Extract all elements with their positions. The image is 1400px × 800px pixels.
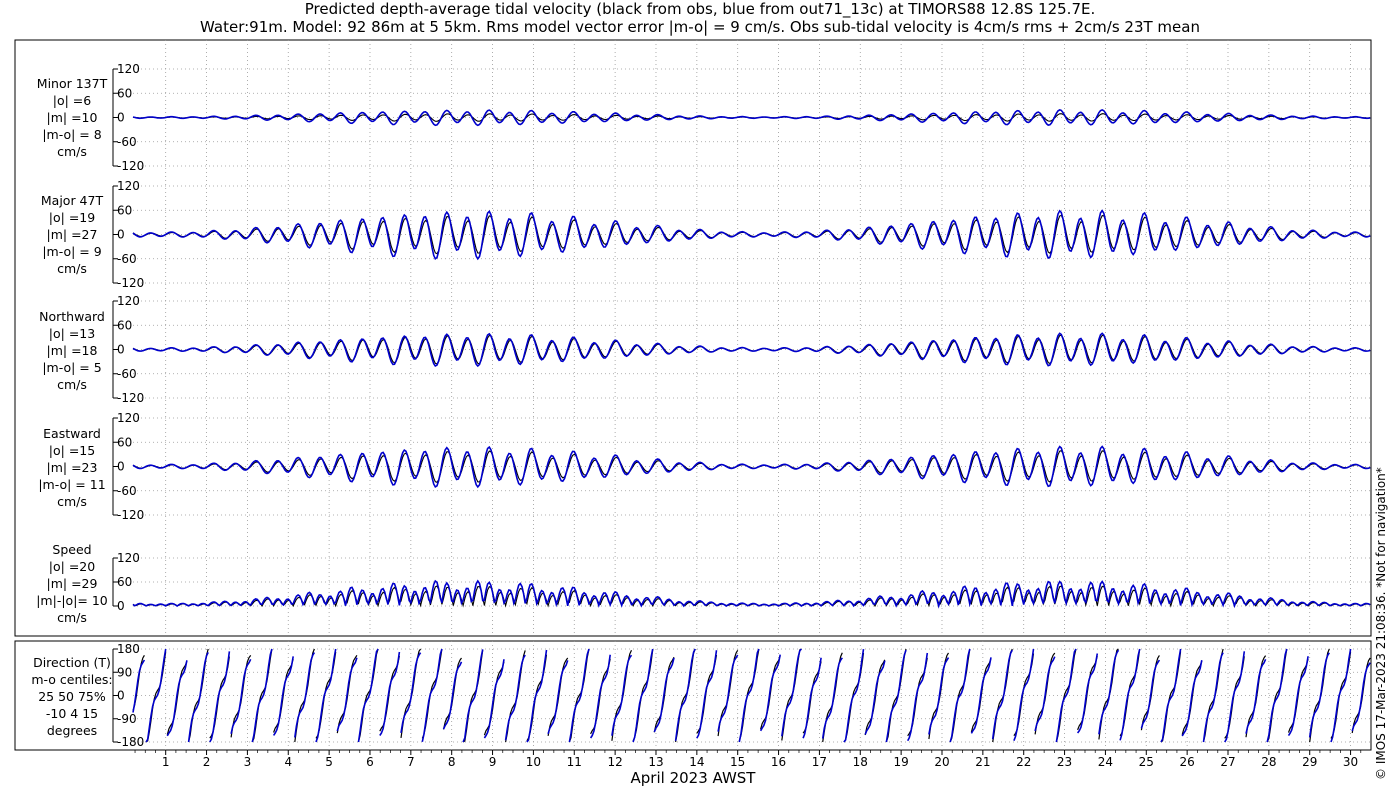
x-tick-label: 2 [203,755,211,769]
x-tick-label: 11 [567,755,582,769]
x-tick-label: 10 [526,755,541,769]
y-tick-label: 60 [117,435,132,449]
tidal-velocity-chart: 1 2 3 4 5 6 7 8 9 10 11 12 13 14 15 16 17 18 19 20 21 22 23 24 2… [14,39,1372,769]
x-tick-label: 8 [448,755,456,769]
upper-frame [14,39,1372,637]
x-axis-label: April 2023 AWST [630,769,756,787]
y-tick-label: -120 [117,508,144,522]
y-tick-label: 120 [117,551,140,565]
series-line-model-eastward [132,445,1371,489]
series-line-model-major [132,209,1371,261]
x-tick-label: 14 [689,755,704,769]
x-tick-label: 13 [648,755,663,769]
series-line-model-northward [132,332,1371,368]
x-tick-label: 3 [244,755,252,769]
x-tick-label: 5 [325,755,333,769]
y-tick-label: 60 [117,575,132,589]
y-tick-label: 90 [117,665,132,679]
watermark-text: © IMOS 17-Mar-2023 21:08:36. *Not for na… [1374,467,1388,780]
y-tick-label: -120 [117,159,144,173]
x-tick-label: 27 [1220,755,1235,769]
y-tick-label: 0 [117,111,125,125]
x-tick-label: 12 [607,755,622,769]
y-tick-label: -120 [117,276,144,290]
y-tick-label: 0 [117,460,125,474]
x-tick-label: 19 [893,755,908,769]
x-tick-label: 23 [1057,755,1072,769]
x-tick-label: 28 [1261,755,1276,769]
y-tick-label: 0 [117,689,125,703]
y-tick-label: 120 [117,62,140,76]
x-tick-label: 1 [162,755,170,769]
x-tick-label: 15 [730,755,745,769]
x-tick-label: 20 [934,755,949,769]
series-line-model-speed [132,579,1371,609]
x-tick-label: 21 [975,755,990,769]
y-tick-label: -60 [117,484,137,498]
x-tick-label: 24 [1098,755,1113,769]
x-tick-label: 17 [812,755,827,769]
y-tick-label: -60 [117,252,137,266]
x-tick-label: 9 [489,755,497,769]
x-tick-label: 30 [1343,755,1358,769]
y-tick-label: 0 [117,599,125,613]
y-tick-label: 0 [117,343,125,357]
x-tick-label: 18 [853,755,868,769]
series-line-model-minor [132,109,1371,127]
y-tick-label: 120 [117,294,140,308]
y-tick-label: -90 [117,712,137,726]
x-tick-label: 22 [1016,755,1031,769]
x-tick-label: 25 [1139,755,1154,769]
x-tick-label: 16 [771,755,786,769]
x-tick-label: 7 [407,755,415,769]
y-tick-label: 0 [117,228,125,242]
y-tick-label: -180 [117,735,144,749]
y-tick-label: 60 [117,318,132,332]
y-tick-label: -120 [117,391,144,405]
x-tick-label: 26 [1179,755,1194,769]
x-tick-label: 6 [366,755,374,769]
y-tick-label: 60 [117,86,132,100]
y-tick-label: -60 [117,367,137,381]
x-tick-label: 4 [284,755,292,769]
y-tick-label: 120 [117,411,140,425]
y-tick-label: 60 [117,203,132,217]
x-tick-label: 29 [1302,755,1317,769]
y-tick-label: 180 [117,642,140,656]
y-tick-label: 120 [117,179,140,193]
y-tick-label: -60 [117,135,137,149]
